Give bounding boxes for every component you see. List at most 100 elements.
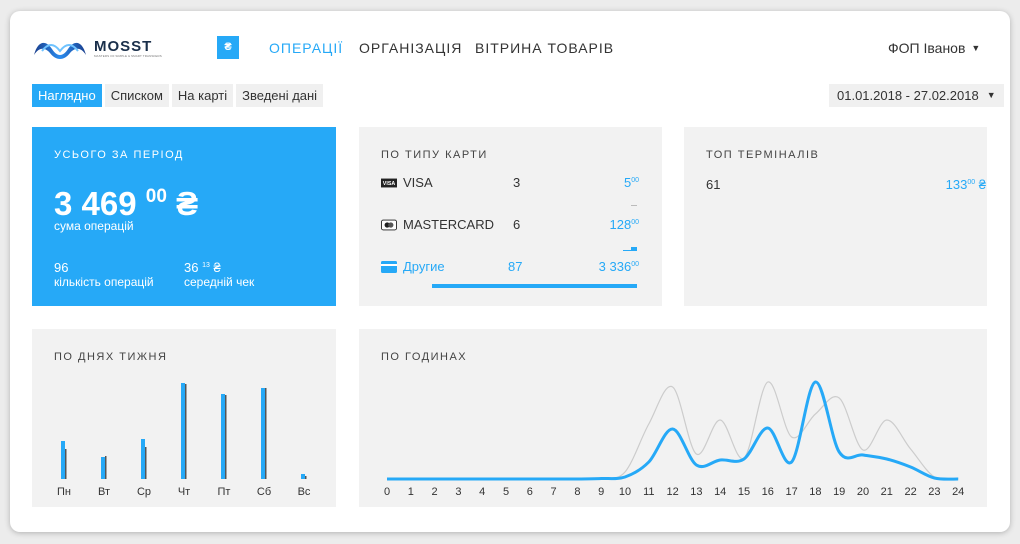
total-sum-int: 3 469 [54,185,137,222]
amount-int: 133 [945,177,968,192]
user-menu[interactable]: ФОП Іванов ▼ [888,40,980,56]
weekday-chart-card: ПО ДНЯХ ТИЖНЯ Пн Вт Ср Чт Пт Сб Вс [32,329,336,507]
user-name: ФОП Іванов [888,40,966,56]
chevron-down-icon: ▼ [971,43,981,53]
weekday-bar[interactable] [221,394,225,479]
hourly-line-secondary [386,381,959,481]
svg-text:VISA: VISA [383,181,396,187]
weekday-bar-secondary [145,447,147,479]
avg-int: 36 [184,260,199,275]
mosst-logo[interactable]: MOSST MASTERS OF SIMPLE & SMART TRANSFER… [32,37,162,59]
average-check: 36 13 ₴ [184,260,221,275]
card-type-name: Другие [403,259,445,274]
weekday-tick-label: Чт [178,486,190,498]
hour-tick-label: 17 [785,486,797,498]
amount-frac: 00 [631,177,639,184]
currency-symbol: ₴ [978,177,986,192]
card-title: ТОП ТЕРМІНАЛІВ [706,149,820,161]
top-terminals-card: ТОП ТЕРМІНАЛІВ 61 13300 ₴ [684,127,987,306]
hour-tick-label: 10 [619,486,631,498]
card-type-row[interactable]: Другие 87 3 33600 [381,259,641,274]
hour-tick-label: 8 [574,486,580,498]
weekday-tick-label: Пт [218,486,231,498]
avg-frac: 13 [202,262,210,269]
weekday-bar-secondary [185,384,187,479]
hour-tick-label: 2 [432,486,438,498]
amount-int: 128 [609,217,632,232]
hour-tick-label: 16 [762,486,774,498]
card-title: УСЬОГО ЗА ПЕРІОД [54,149,184,161]
card-type-row[interactable]: VISA VISA 3 500 [381,175,641,190]
card-type-amount: 12800 [549,217,640,232]
hour-tick-label: 18 [809,486,821,498]
terminal-row[interactable]: 61 13300 ₴ [706,177,986,192]
date-range-value: 01.01.2018 - 27.02.2018 [837,88,979,103]
card-type-name: MASTERCARD [403,217,495,232]
card-title: ПО ТИПУ КАРТИ [381,149,488,161]
weekday-bar-secondary [305,476,307,479]
visa-icon: VISA [381,178,397,187]
hour-tick-label: 0 [384,486,390,498]
terminal-id: 61 [706,177,721,192]
credit-card-icon [381,260,397,273]
hour-tick-label: 9 [598,486,604,498]
tab-map[interactable]: На карті [171,84,234,107]
tab-visual[interactable]: Наглядно [32,84,102,107]
view-tabs: Наглядно Списком На карті Зведені дані [32,84,324,107]
weekday-tick-label: Вт [98,486,110,498]
hour-tick-label: 14 [714,486,726,498]
terminal-amount: 13300 ₴ [874,177,986,192]
total-sum-label: сума операцій [54,219,134,233]
nav-organization[interactable]: ОРГАНІЗАЦІЯ [359,40,462,56]
nav-operations[interactable]: ОПЕРАЦІЇ [269,40,343,56]
weekday-bar[interactable] [101,457,105,479]
hour-tick-label: 23 [928,486,940,498]
date-range-picker[interactable]: 01.01.2018 - 27.02.2018 ▼ [829,84,1004,107]
weekday-bar-secondary [105,456,107,479]
weekday-bar[interactable] [61,441,65,479]
weekday-bar[interactable] [181,383,185,479]
share-bar-mastercard-base [623,250,637,251]
average-check-label: середній чек [184,275,255,289]
card-type-count: 87 [508,259,523,274]
operations-count-label: кількість операцій [54,275,154,289]
currency-button[interactable]: ₴ [217,36,239,59]
hour-tick-label: 20 [857,486,869,498]
tab-list[interactable]: Списком [104,84,169,107]
weekday-bar[interactable] [301,474,305,479]
hour-tick-label: 13 [690,486,702,498]
hourly-line-chart: 0 1 2 3 4 5 6 7 8 9 10 11 12 13 14 15 16 17 18 19 20 21 22 23 24 [384,380,964,498]
hour-tick-label: 7 [551,486,557,498]
hour-tick-label: 3 [455,486,461,498]
hour-tick-label: 4 [479,486,485,498]
tab-summary[interactable]: Зведені дані [236,84,324,107]
logo-name: MOSST [94,37,153,55]
operations-count: 96 [54,260,69,275]
card-type-amount: 500 [549,175,639,190]
hourly-line-primary[interactable] [386,380,959,481]
card-type-row[interactable]: MASTERCARD 6 12800 [381,217,641,232]
weekday-bar-secondary [265,388,267,479]
nav-showcase[interactable]: ВІТРИНА ТОВАРІВ [475,40,614,56]
weekday-bar[interactable] [141,439,145,479]
card-type-card: ПО ТИПУ КАРТИ VISA VISA 3 500 MASTERCARD… [359,127,662,306]
currency-symbol: ₴ [176,185,199,222]
card-type-amount: 3 33600 [549,259,639,274]
share-bar-visa [631,205,637,206]
share-bar-other [432,284,637,288]
currency-symbol: ₴ [213,260,221,275]
card-type-count: 6 [513,217,521,232]
amount-frac: 00 [631,219,639,226]
hour-tick-label: 24 [952,486,964,498]
hour-tick-label: 1 [408,486,414,498]
card-type-name: VISA [403,175,433,190]
weekday-bar-secondary [65,449,67,479]
amount-frac: 00 [631,261,639,268]
weekday-tick-label: Пн [57,486,71,498]
weekday-bar[interactable] [261,388,265,479]
hour-tick-label: 6 [527,486,533,498]
weekday-bar-chart: Пн Вт Ср Чт Пт Сб Вс [57,383,311,498]
amount-frac: 00 [967,179,976,186]
mosst-logo-icon [34,42,86,59]
amount-int: 3 336 [598,259,632,274]
